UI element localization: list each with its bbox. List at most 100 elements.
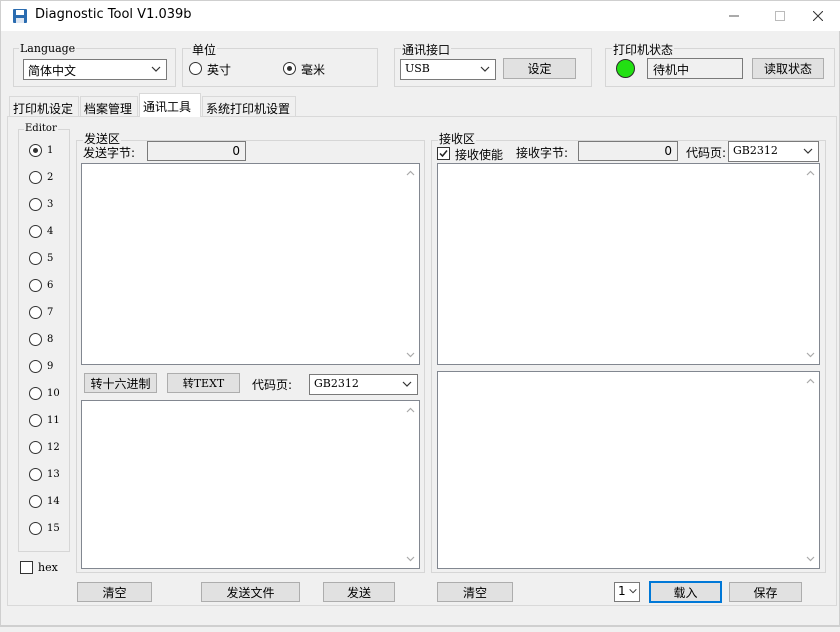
chevron-down-icon: [402, 381, 412, 387]
send-hex-area[interactable]: [81, 400, 420, 569]
tab-comm-tools[interactable]: 通讯工具: [139, 93, 201, 117]
receive-codepage-select[interactable]: GB2312: [728, 141, 819, 162]
editor-radio-label: 14: [47, 496, 60, 507]
window-title: Diagnostic Tool V1.039b: [35, 7, 192, 22]
unit-inch-radio[interactable]: [189, 62, 202, 75]
send-clear-button[interactable]: 清空: [77, 582, 152, 602]
send-codepage-select[interactable]: GB2312: [309, 374, 418, 395]
load-button[interactable]: 载入: [649, 581, 722, 603]
send-codepage-value: GB2312: [314, 377, 359, 390]
editor-radio-1[interactable]: [29, 144, 42, 157]
checkmark-icon: [439, 150, 448, 158]
send-codepage-label: 代码页:: [252, 378, 293, 392]
editor-radio-7[interactable]: [29, 306, 42, 319]
editor-radio-label: 11: [47, 415, 60, 426]
title-bar: Diagnostic Tool V1.039b: [1, 1, 840, 31]
receive-text-scrollbar[interactable]: [802, 164, 819, 364]
chevron-up-icon: [406, 407, 415, 413]
send-text-scrollbar[interactable]: [402, 164, 419, 364]
editor-radio-label: 15: [47, 523, 60, 534]
send-file-button[interactable]: 发送文件: [201, 582, 300, 602]
send-bytes-label: 发送字节:: [83, 146, 136, 160]
save-button[interactable]: 保存: [729, 582, 802, 602]
receive-text-area[interactable]: [437, 163, 820, 365]
hex-checkbox[interactable]: [20, 561, 33, 574]
chevron-up-icon: [406, 170, 415, 176]
receive-clear-button[interactable]: 清空: [437, 582, 513, 602]
editor-radio-label: 12: [47, 442, 60, 453]
comm-port-select[interactable]: USB: [400, 59, 496, 80]
receive-enable-label: 接收使能: [455, 148, 504, 162]
unit-mm-label: 毫米: [301, 63, 326, 77]
editor-radio-15[interactable]: [29, 522, 42, 535]
editor-radio-label: 4: [47, 226, 54, 237]
editor-radio-12[interactable]: [29, 441, 42, 454]
editor-radio-4[interactable]: [29, 225, 42, 238]
editor-radio-label: 13: [47, 469, 60, 480]
status-led-icon: [616, 59, 635, 78]
receive-hex-scrollbar[interactable]: [802, 372, 819, 568]
page-select[interactable]: 1: [614, 582, 640, 602]
tab-file-management[interactable]: 档案管理: [80, 96, 138, 116]
editor-radio-label: 2: [47, 172, 54, 183]
unit-inch-label: 英寸: [207, 63, 232, 77]
comm-port-group-label: 通讯接口: [401, 41, 452, 58]
receive-hex-area[interactable]: [437, 371, 820, 569]
editor-radio-label: 3: [47, 199, 54, 210]
editor-radio-label: 10: [47, 388, 60, 399]
app-window: Diagnostic Tool V1.039b Language 简体中文 单位…: [0, 0, 840, 626]
editor-radio-6[interactable]: [29, 279, 42, 292]
tab-printer-settings[interactable]: 打印机设定: [9, 96, 79, 116]
unit-group-label: 单位: [191, 41, 218, 58]
chevron-down-icon: [151, 66, 161, 72]
floppy-disk-icon: [13, 9, 27, 23]
editor-radio-label: 1: [47, 145, 54, 156]
chevron-down-icon: [803, 148, 813, 154]
comm-port-select-value: USB: [405, 62, 430, 75]
editor-radio-label: 5: [47, 253, 54, 264]
editor-group: [18, 129, 70, 552]
chevron-down-icon: [480, 66, 490, 72]
language-select-value: 简体中文: [28, 64, 77, 78]
send-button[interactable]: 发送: [323, 582, 395, 602]
close-button[interactable]: [795, 1, 840, 31]
chevron-down-icon: [806, 352, 815, 358]
chevron-down-icon: [629, 588, 637, 594]
printer-status-field: 待机中: [647, 58, 743, 79]
receive-codepage-label: 代码页:: [686, 146, 727, 160]
set-port-button[interactable]: 设定: [503, 58, 576, 79]
status-strip: [0, 626, 840, 632]
editor-radio-8[interactable]: [29, 333, 42, 346]
receive-bytes-label: 接收字节:: [516, 146, 569, 160]
send-hex-scrollbar[interactable]: [402, 401, 419, 568]
send-text-area[interactable]: [81, 163, 420, 365]
language-group-label: Language: [19, 42, 77, 55]
send-bytes-field: 0: [147, 141, 246, 161]
receive-enable-checkbox[interactable]: [437, 147, 450, 160]
unit-mm-radio[interactable]: [283, 62, 296, 75]
editor-radio-label: 7: [47, 307, 54, 318]
printer-status-group-label: 打印机状态: [612, 41, 675, 58]
chevron-up-icon: [806, 378, 815, 384]
editor-radio-10[interactable]: [29, 387, 42, 400]
editor-radio-5[interactable]: [29, 252, 42, 265]
editor-radio-9[interactable]: [29, 360, 42, 373]
editor-radio-13[interactable]: [29, 468, 42, 481]
language-select[interactable]: 简体中文: [23, 59, 167, 80]
minimize-button[interactable]: [711, 1, 757, 31]
editor-radio-2[interactable]: [29, 171, 42, 184]
page-select-value: 1: [618, 584, 626, 598]
maximize-icon: [775, 11, 785, 21]
editor-radio-label: 9: [47, 361, 54, 372]
editor-radio-label: 6: [47, 280, 54, 291]
tab-system-printer-settings[interactable]: 系统打印机设置: [202, 96, 296, 116]
editor-radio-11[interactable]: [29, 414, 42, 427]
editor-radio-14[interactable]: [29, 495, 42, 508]
editor-radio-label: 8: [47, 334, 54, 345]
to-hex-button[interactable]: 转十六进制: [84, 373, 157, 393]
read-status-button[interactable]: 读取状态: [752, 58, 824, 79]
receive-codepage-value: GB2312: [733, 144, 778, 157]
hex-label: hex: [38, 561, 58, 574]
to-text-button[interactable]: 转TEXT: [167, 373, 240, 393]
editor-radio-3[interactable]: [29, 198, 42, 211]
